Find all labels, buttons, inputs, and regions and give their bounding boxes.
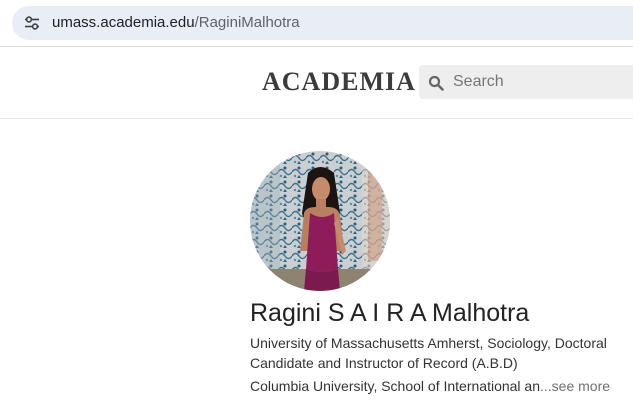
site-settings-icon[interactable]: [24, 16, 40, 30]
url-text[interactable]: umass.academia.edu/RaginiMalhotra: [52, 14, 300, 32]
browser-toolbar: umass.academia.edu/RaginiMalhotra: [0, 0, 633, 47]
site-header: ACADEMIA: [0, 47, 633, 119]
search-icon: [428, 75, 444, 91]
profile-avatar: [250, 151, 390, 291]
profile-name: Ragini S A I R A Malhotra: [250, 299, 530, 327]
see-more-link[interactable]: ...see more: [540, 378, 610, 394]
search-box[interactable]: [419, 65, 633, 99]
affiliation-secondary-text: Columbia University, School of Internati…: [250, 378, 541, 394]
search-input[interactable]: [453, 72, 633, 92]
url-host: umass.academia.edu: [52, 14, 195, 31]
academia-logo[interactable]: ACADEMIA: [262, 67, 416, 97]
url-path: /RaginiMalhotra: [194, 14, 300, 31]
affiliation-secondary: Columbia University, School of Internati…: [250, 376, 630, 396]
address-bar[interactable]: umass.academia.edu/RaginiMalhotra: [12, 6, 633, 40]
affiliation-primary: University of Massachusetts Amherst, Soc…: [250, 335, 607, 371]
